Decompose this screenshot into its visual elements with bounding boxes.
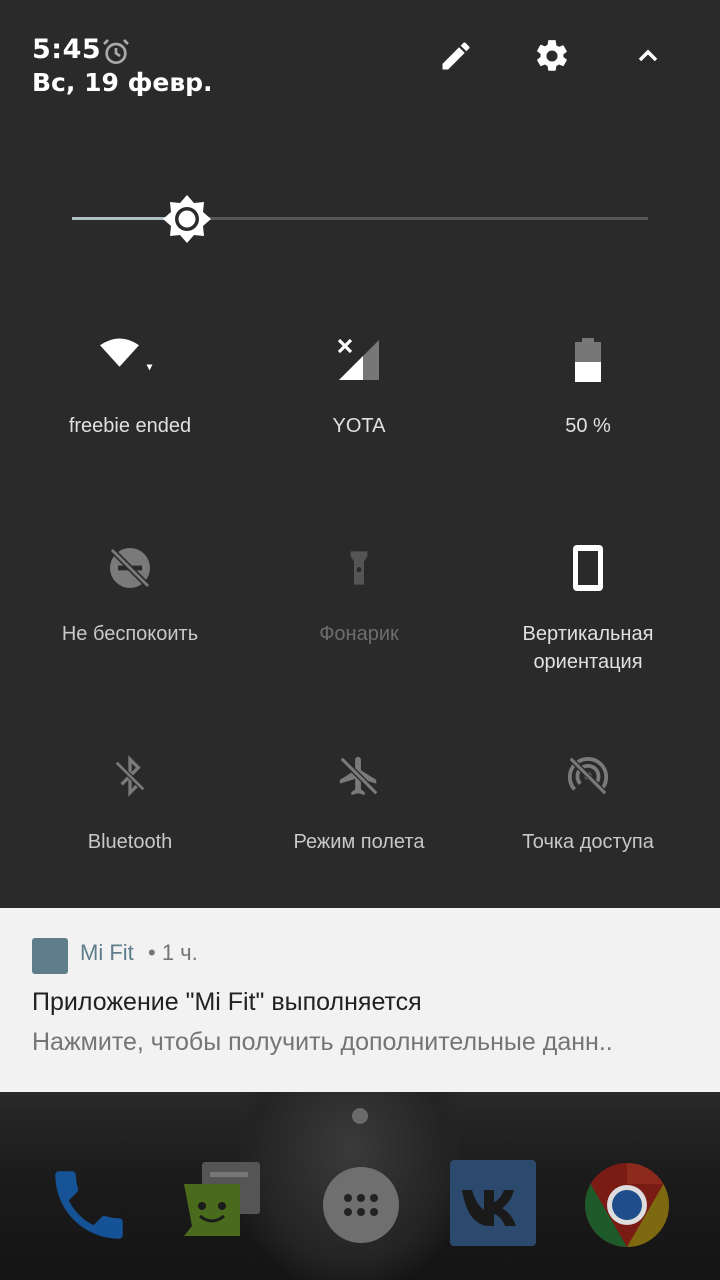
airplane-icon (329, 746, 389, 806)
messages-icon[interactable] (180, 1160, 270, 1250)
app-drawer-icon[interactable] (316, 1160, 406, 1250)
tile-label: YOTA (332, 415, 386, 437)
tile-label: Вертикальная ориентация (468, 620, 708, 676)
alarm-icon (100, 36, 132, 68)
flashlight-icon (329, 538, 389, 598)
chrome-icon[interactable] (582, 1160, 672, 1250)
hotspot-icon (558, 746, 618, 806)
notification-text: Нажмите, чтобы получить дополнительные д… (32, 1028, 613, 1056)
quick-settings-panel: 5:45 Вс, 19 февр. freebie ended YOTA 50 … (0, 0, 720, 908)
do-not-disturb-icon (100, 538, 160, 598)
portrait-rotation-icon (558, 538, 618, 598)
tile-label: 50 % (565, 415, 611, 437)
collapse-icon[interactable] (624, 32, 672, 80)
cellular-icon (329, 330, 389, 390)
brightness-icon[interactable] (161, 193, 213, 245)
vk-icon[interactable] (448, 1160, 538, 1250)
mi-fit-app-icon (32, 938, 68, 974)
status-date: Вс, 19 февр. (32, 68, 213, 97)
tile-label: freebie ended (68, 415, 192, 437)
wallpaper-dot (352, 1108, 368, 1124)
phone-icon[interactable] (44, 1160, 134, 1250)
status-time: 5:45 (32, 34, 102, 65)
notification-time: • 1 ч. (148, 940, 198, 965)
edit-icon[interactable] (432, 32, 480, 80)
settings-icon[interactable] (528, 32, 576, 80)
battery-icon (558, 330, 618, 390)
bluetooth-icon (100, 746, 160, 806)
notification-title: Приложение "Mi Fit" выполняется (32, 988, 422, 1016)
tile-label: Не беспокоить (61, 623, 199, 645)
tile-label: Фонарик (319, 623, 399, 645)
tile-label: Режим полета (293, 831, 425, 853)
tile-label: Точка доступа (522, 831, 654, 853)
tile-label: Bluetooth (87, 831, 173, 853)
notification-app-name: Mi Fit (80, 940, 134, 965)
tile-label-line: Вертикальная ориентация (522, 623, 654, 673)
wifi-icon (100, 330, 160, 390)
